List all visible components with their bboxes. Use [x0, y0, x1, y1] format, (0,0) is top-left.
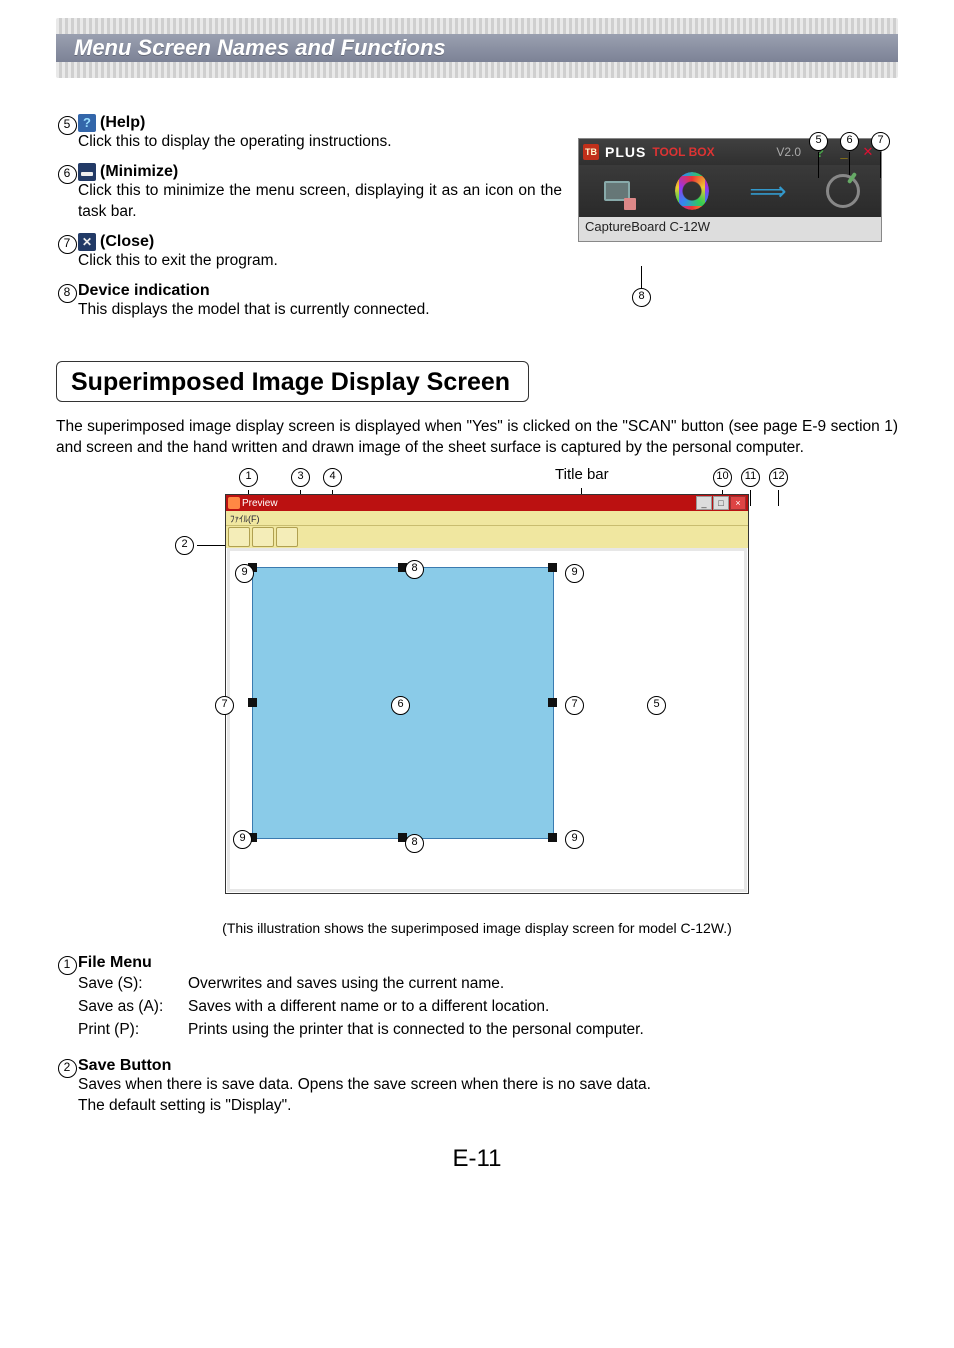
fm-v0: Overwrites and saves using the current n… [188, 974, 898, 995]
preview-close-button[interactable]: × [730, 496, 746, 510]
marker-6: 6 [58, 165, 77, 184]
preview-title-text: Preview [242, 498, 278, 509]
preview-window: Preview _ □ × ﾌｧｲﾙ(F) [225, 494, 749, 894]
fm-v2: Prints using the printer that is connect… [188, 1020, 898, 1041]
item-7: 7 (Close) Click this to exit the program… [56, 233, 562, 272]
callout-p6: 6 [391, 696, 410, 715]
toolbox-figure: 5 6 7 TB PLUS TOOL BOX V2.0 ? _ ✕ [578, 138, 898, 242]
item-7-title: (Close) [100, 233, 154, 251]
marker-b1: 1 [58, 956, 77, 975]
callout-p12: 12 [769, 468, 788, 487]
item-5-title: (Help) [100, 114, 145, 132]
callout-p7b: 7 [565, 696, 584, 715]
item-8-title: Device indication [78, 282, 210, 300]
item-7-desc: Click this to exit the program. [78, 251, 562, 272]
resize-handle[interactable] [248, 698, 257, 707]
preview-figure: 1 3 4 Title bar 10 11 12 2 Preview [147, 476, 807, 914]
color-wheel-icon[interactable] [675, 174, 709, 208]
help-icon [78, 114, 96, 132]
fm-v1: Saves with a different name or to a diff… [188, 997, 898, 1018]
toolbox-plus: PLUS [605, 144, 646, 160]
callout-7: 7 [871, 132, 890, 151]
callout-8: 8 [632, 288, 651, 307]
item-8: 8 Device indication This displays the mo… [56, 282, 562, 321]
preview-app-icon [228, 497, 240, 509]
callout-p9b: 9 [565, 564, 584, 583]
callout-p1: 1 [239, 468, 258, 487]
close-icon [78, 233, 96, 251]
callout-5: 5 [809, 132, 828, 151]
item-6-desc: Click this to minimize the menu screen, … [78, 181, 562, 223]
callout-p5: 5 [647, 696, 666, 715]
settings-gear-icon[interactable] [826, 174, 860, 208]
callout-p8a: 8 [405, 560, 424, 579]
item-b2-desc2: The default setting is "Display". [78, 1096, 898, 1117]
minimize-icon [78, 163, 96, 181]
actual-size-button[interactable] [276, 527, 298, 547]
preview-canvas [230, 551, 744, 889]
marker-8: 8 [58, 284, 77, 303]
fm-k0: Save (S): [78, 974, 188, 995]
callout-p10: 10 [713, 468, 732, 487]
callout-p8b: 8 [405, 834, 424, 853]
save-button[interactable] [228, 527, 250, 547]
feed-left-icon[interactable]: ⟸ [751, 174, 785, 208]
toolbox-status: CaptureBoard C-12W [579, 217, 881, 241]
item-b2: 2 Save Button Saves when there is save d… [56, 1057, 898, 1117]
item-b1: 1 File Menu Save (S):Overwrites and save… [56, 954, 898, 1043]
item-5: 5 (Help) Click this to display the opera… [56, 114, 562, 153]
resize-handle[interactable] [548, 833, 557, 842]
fm-k1: Save as (A): [78, 997, 188, 1018]
scan-icon[interactable] [600, 174, 634, 208]
preview-minimize-button[interactable]: _ [696, 496, 712, 510]
section-paragraph: The superimposed image display screen is… [56, 416, 898, 459]
item-b1-title: File Menu [78, 954, 152, 972]
callout-p7a: 7 [215, 696, 234, 715]
preview-menubar[interactable]: ﾌｧｲﾙ(F) [226, 511, 748, 525]
callout-6: 6 [840, 132, 859, 151]
callout-p9d: 9 [565, 830, 584, 849]
item-b2-desc1: Saves when there is save data. Opens the… [78, 1075, 898, 1096]
preview-titlebar: Preview _ □ × [226, 495, 748, 511]
page-number: E-11 [56, 1145, 898, 1173]
marker-7: 7 [58, 235, 77, 254]
toolbox-version: V2.0 [776, 145, 801, 159]
item-b2-title: Save Button [78, 1057, 171, 1075]
file-menu[interactable]: ﾌｧｲﾙ(F) [230, 512, 260, 525]
resize-handle[interactable] [548, 563, 557, 572]
callout-p9c: 9 [233, 830, 252, 849]
callout-p9a: 9 [235, 564, 254, 583]
item-8-desc: This displays the model that is currentl… [78, 300, 562, 321]
section-banner: Menu Screen Names and Functions [56, 18, 898, 78]
full-display-button[interactable] [252, 527, 274, 547]
fm-k2: Print (P): [78, 1020, 188, 1041]
marker-b2: 2 [58, 1059, 77, 1078]
callout-p3: 3 [291, 468, 310, 487]
resize-handle[interactable] [548, 698, 557, 707]
titlebar-label: Title bar [555, 466, 609, 483]
preview-caption: (This illustration shows the superimpose… [56, 920, 898, 936]
callout-p4: 4 [323, 468, 342, 487]
item-6-title: (Minimize) [100, 163, 178, 181]
preview-maximize-button[interactable]: □ [713, 496, 729, 510]
callout-p11: 11 [741, 468, 760, 487]
marker-5: 5 [58, 116, 77, 135]
preview-toolbar [226, 525, 748, 548]
toolbox-name: TOOL BOX [652, 145, 714, 159]
section-title: Superimposed Image Display Screen [56, 361, 529, 402]
banner-title: Menu Screen Names and Functions [74, 35, 446, 61]
callout-p2: 2 [175, 536, 194, 555]
callout-8-pointer: 8 [632, 266, 651, 307]
item-6: 6 (Minimize) Click this to minimize the … [56, 163, 562, 223]
item-5-desc: Click this to display the operating inst… [78, 132, 562, 153]
logo-icon: TB [583, 144, 599, 160]
